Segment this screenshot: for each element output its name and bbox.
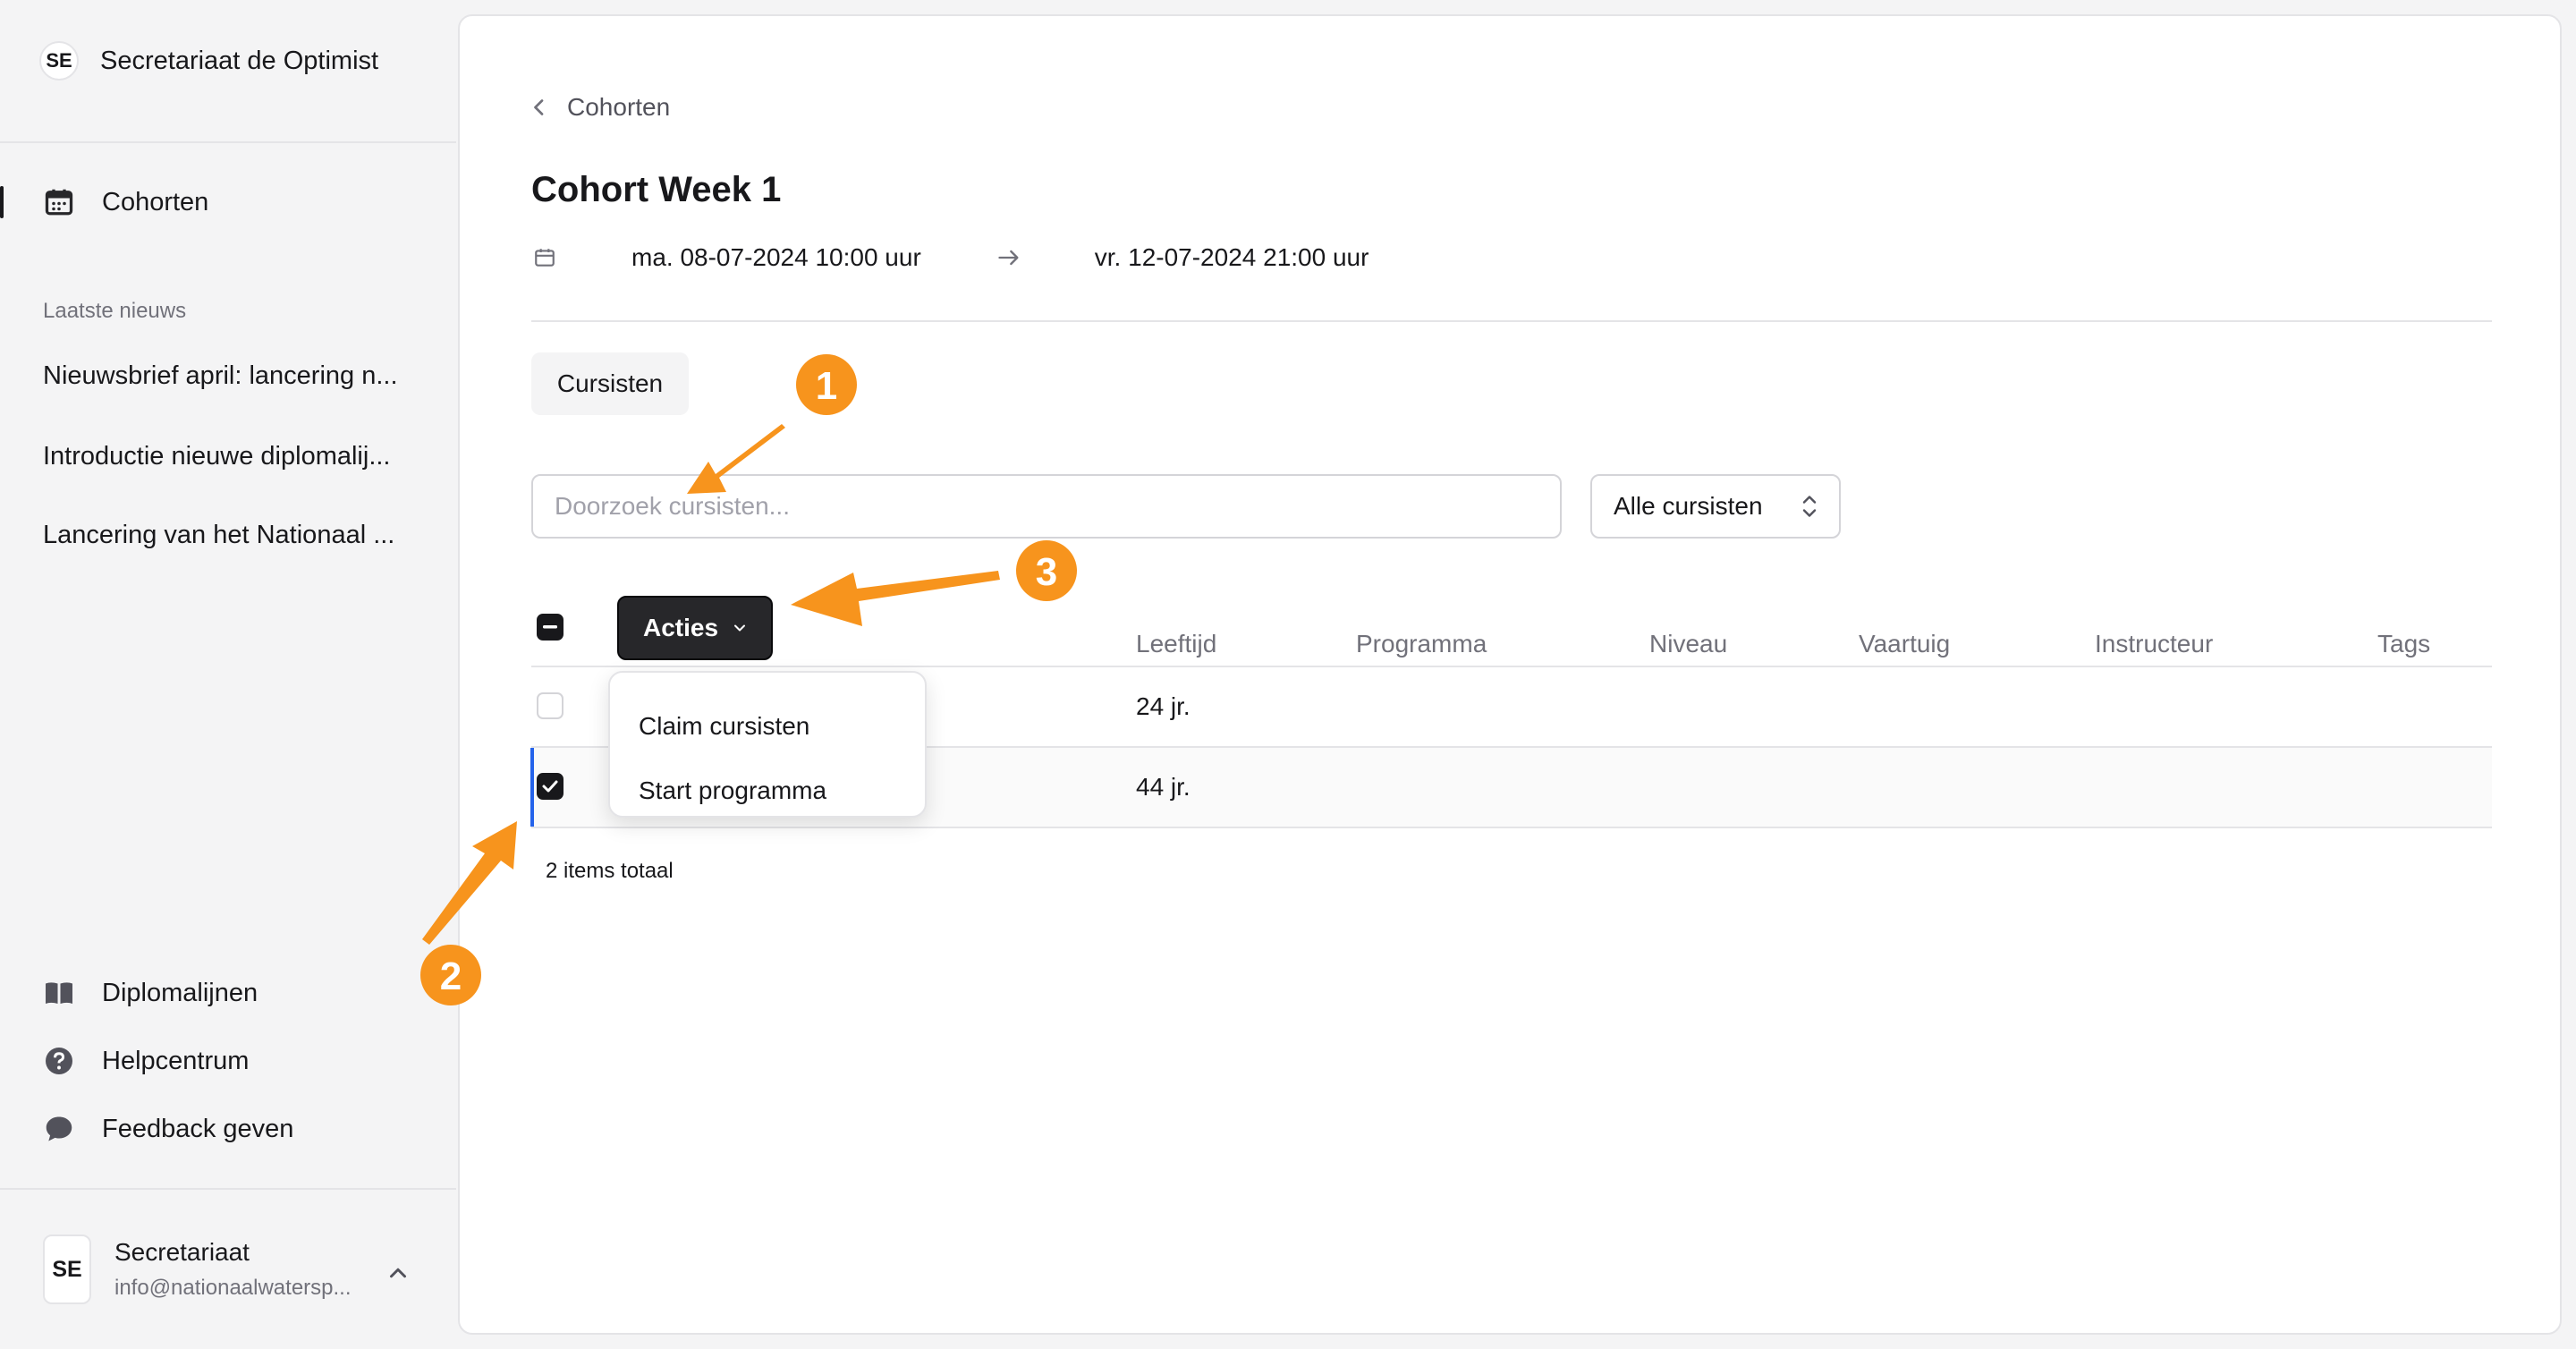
sidebar-item-label: Diplomalijnen	[102, 978, 258, 1007]
start-date: ma. 08-07-2024 10:00 uur	[631, 243, 921, 271]
page-title: Cohort Week 1	[531, 170, 782, 209]
chevron-left-icon	[534, 99, 544, 115]
sidebar-divider	[0, 1188, 456, 1190]
chat-bubble-icon	[46, 1116, 72, 1141]
menu-item-claim-cursisten[interactable]: Claim cursisten	[610, 694, 925, 759]
sidebar-item-helpcentrum[interactable]: Helpcentrum	[43, 1041, 249, 1081]
row-checkbox[interactable]	[537, 773, 564, 800]
arrow-right-icon	[998, 250, 1019, 266]
question-icon	[46, 1048, 72, 1074]
actions-menu: Claim cursisten Start programma	[608, 671, 927, 818]
active-indicator	[0, 186, 4, 218]
column-header-tags[interactable]: Tags	[2377, 630, 2430, 658]
chevron-updown-icon	[1802, 496, 1817, 517]
news-item[interactable]: Nieuwsbrief april: lancering n...	[43, 361, 428, 391]
end-date: vr. 12-07-2024 21:00 uur	[1094, 243, 1369, 271]
sidebar-item-label: Cohorten	[102, 187, 209, 216]
user-avatar: SE	[43, 1234, 91, 1304]
items-total: 2 items totaal	[546, 859, 674, 883]
sidebar: SE Secretariaat de Optimist Cohorten Laa…	[0, 0, 456, 1349]
news-item[interactable]: Introductie nieuwe diplomalij...	[43, 442, 428, 471]
menu-item-start-programma[interactable]: Start programma	[610, 759, 925, 823]
sidebar-item-label: Feedback geven	[102, 1114, 294, 1143]
age-cell: 24 jr.	[1136, 692, 1191, 720]
select-all-checkbox[interactable]	[537, 614, 564, 641]
sidebar-divider	[0, 141, 456, 143]
header-divider	[531, 320, 2492, 322]
minus-icon	[543, 625, 557, 629]
checkmark-icon	[542, 780, 558, 793]
filter-select-value: Alle cursisten	[1614, 492, 1763, 520]
search-input[interactable]	[531, 474, 1562, 539]
column-header-instructeur[interactable]: Instructeur	[2095, 630, 2213, 658]
tab-cursisten[interactable]: Cursisten	[531, 352, 689, 415]
chevron-down-icon	[734, 624, 746, 632]
breadcrumb-link: Cohorten	[567, 93, 671, 121]
org-switcher[interactable]: SE Secretariaat de Optimist	[39, 41, 378, 81]
breadcrumb[interactable]: Cohorten	[531, 93, 670, 122]
column-header-programma[interactable]: Programma	[1356, 630, 1487, 658]
book-icon	[46, 982, 72, 1004]
cohort-dates: ma. 08-07-2024 10:00 uur vr. 12-07-2024 …	[533, 243, 1368, 272]
sidebar-item-feedback[interactable]: Feedback geven	[43, 1109, 293, 1149]
column-header-leeftijd[interactable]: Leeftijd	[1136, 630, 1216, 658]
actions-button[interactable]: Acties	[617, 596, 773, 660]
news-item[interactable]: Lancering van het Nationaal ...	[43, 521, 428, 550]
column-header-niveau[interactable]: Niveau	[1649, 630, 1727, 658]
filter-select[interactable]: Alle cursisten	[1590, 474, 1841, 539]
news-heading: Laatste nieuws	[43, 299, 187, 323]
user-email: info@nationaalwatersp...	[114, 1276, 352, 1300]
user-menu[interactable]: SE Secretariaat info@nationaalwatersp...	[43, 1234, 374, 1304]
main-panel: Cohorten Cohort Week 1 ma. 08-07-2024 10…	[458, 14, 2562, 1335]
calendar-outline-icon	[535, 249, 555, 267]
age-cell: 44 jr.	[1136, 773, 1191, 801]
calendar-icon	[45, 189, 73, 216]
table-divider	[531, 827, 2492, 828]
chevron-up-icon[interactable]	[385, 1260, 411, 1286]
row-checkbox[interactable]	[537, 692, 564, 719]
sidebar-item-diplomalijnen[interactable]: Diplomalijnen	[43, 973, 258, 1013]
column-header-vaartuig[interactable]: Vaartuig	[1859, 630, 1950, 658]
sidebar-item-cohorten[interactable]: Cohorten	[43, 182, 208, 222]
user-name: Secretariaat	[114, 1238, 250, 1266]
selected-row-indicator	[530, 748, 534, 827]
sidebar-item-label: Helpcentrum	[102, 1046, 250, 1075]
org-name: Secretariaat de Optimist	[100, 46, 379, 75]
org-avatar: SE	[39, 41, 79, 81]
actions-label: Acties	[642, 614, 719, 641]
